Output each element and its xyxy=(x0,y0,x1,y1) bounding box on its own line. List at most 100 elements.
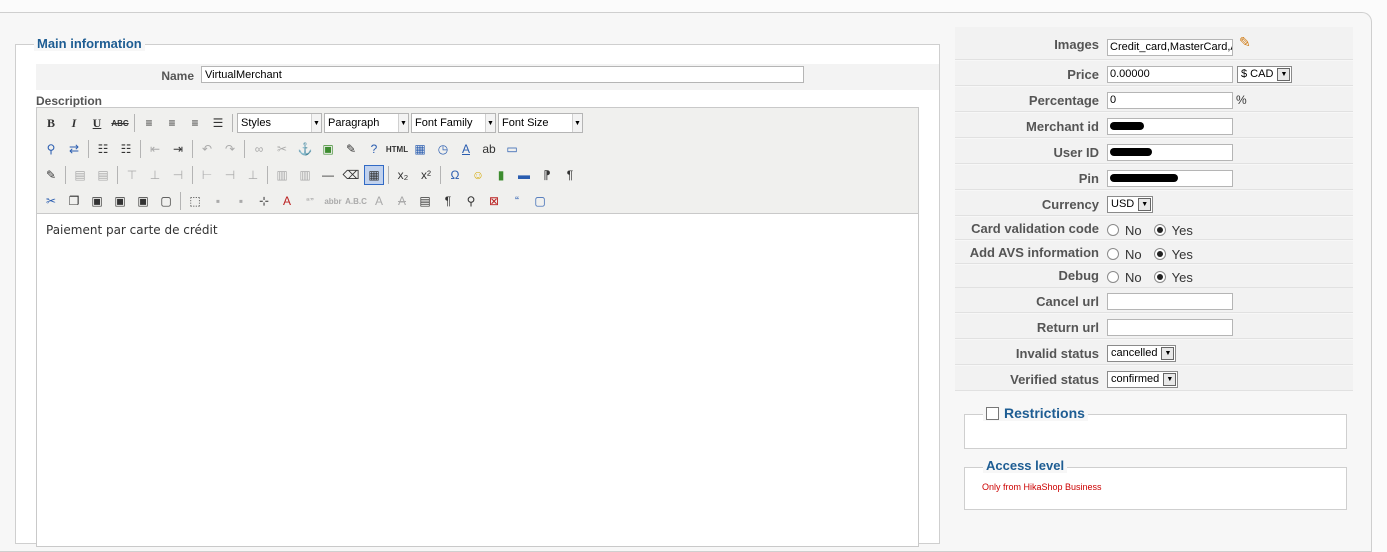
debug-no-radio[interactable] xyxy=(1107,271,1119,283)
cvc-yes-radio[interactable] xyxy=(1153,224,1166,236)
attributes-icon[interactable]: ▤ xyxy=(415,191,435,211)
bullet-list-icon[interactable]: ☷ xyxy=(93,139,113,159)
insert-col-after-icon[interactable]: ⊣ xyxy=(220,165,240,185)
image-icon[interactable]: ▣ xyxy=(318,139,338,159)
absolute-icon[interactable]: ⊹ xyxy=(254,191,274,211)
abbreviation-icon[interactable]: abbr xyxy=(323,191,343,211)
format-select[interactable]: Paragraph ▼ xyxy=(324,113,409,133)
rtl-icon[interactable]: ¶ xyxy=(560,165,580,185)
emoticon-icon[interactable]: ☺ xyxy=(468,165,488,185)
move-backward-icon[interactable]: ▪ xyxy=(231,191,251,211)
price-currency-select[interactable]: $ CAD ▼ xyxy=(1237,65,1293,83)
edit-css-icon[interactable]: ✎ xyxy=(41,165,61,185)
delete-col-icon[interactable]: ⊥ xyxy=(243,165,263,185)
special-char-icon[interactable]: Ω xyxy=(445,165,465,185)
copy-icon[interactable]: ❐ xyxy=(64,191,84,211)
cut-icon[interactable]: ✂ xyxy=(41,191,61,211)
ltr-icon[interactable]: ⁋ xyxy=(537,165,557,185)
indent-icon[interactable]: ⇥ xyxy=(168,139,188,159)
insert-time-icon[interactable]: ◷ xyxy=(433,139,453,159)
select-all-icon[interactable]: ▢ xyxy=(156,191,176,211)
move-forward-icon[interactable]: ▪ xyxy=(208,191,228,211)
name-input[interactable] xyxy=(201,66,804,83)
insert-col-before-icon[interactable]: ⊢ xyxy=(197,165,217,185)
find-icon[interactable]: ⚲ xyxy=(41,139,61,159)
avs-yes-radio[interactable] xyxy=(1153,248,1166,260)
anchor-icon[interactable]: ⚓ xyxy=(295,139,315,159)
insert-date-icon[interactable]: ▦ xyxy=(410,139,430,159)
cite-icon[interactable]: “” xyxy=(300,191,320,211)
numbered-list-icon[interactable]: ☷ xyxy=(116,139,136,159)
replace-icon[interactable]: ⇄ xyxy=(64,139,84,159)
redo-icon[interactable]: ↷ xyxy=(220,139,240,159)
restrictions-legend-text: Restrictions xyxy=(1004,405,1085,421)
superscript-icon[interactable]: x² xyxy=(416,165,436,185)
highlight-color-icon[interactable]: ab xyxy=(479,139,499,159)
return-url-input[interactable] xyxy=(1107,318,1233,336)
insert-layer-icon[interactable]: ⬚ xyxy=(185,191,205,211)
delete-row-icon[interactable]: ⊣ xyxy=(168,165,188,185)
horizontal-rule-icon[interactable]: — xyxy=(318,165,338,185)
font-size-select[interactable]: Font Size ▼ xyxy=(498,113,583,133)
split-cells-icon[interactable]: ▥ xyxy=(272,165,292,185)
pin-input[interactable] xyxy=(1107,169,1233,187)
undo-icon[interactable]: ↶ xyxy=(197,139,217,159)
text-color-icon[interactable]: A xyxy=(456,139,476,159)
merchant-id-input[interactable] xyxy=(1107,117,1233,135)
edit-icon[interactable]: ✎ xyxy=(1239,34,1251,51)
blockquote-icon[interactable]: “ xyxy=(507,191,527,211)
preview-icon[interactable]: ⚲ xyxy=(461,191,481,211)
nonbreaking-icon[interactable]: ⊠ xyxy=(484,191,504,211)
cvc-no-radio[interactable] xyxy=(1107,224,1119,236)
align-left-icon[interactable]: ≡ xyxy=(139,113,159,133)
price-input[interactable]: 0.00000 xyxy=(1107,65,1233,83)
cleanup-icon[interactable]: ✎ xyxy=(341,139,361,159)
row-props-icon[interactable]: ▤ xyxy=(70,165,90,185)
align-justify-icon[interactable]: ☰ xyxy=(208,113,228,133)
insertion-icon[interactable]: A xyxy=(369,191,389,211)
eraser-icon[interactable]: ⌫ xyxy=(341,165,361,185)
cell-props-icon[interactable]: ▤ xyxy=(93,165,113,185)
user-id-input[interactable] xyxy=(1107,143,1233,161)
paste-word-icon[interactable]: ▣ xyxy=(133,191,153,211)
percentage-input[interactable]: 0 xyxy=(1107,91,1233,109)
paste-text-icon[interactable]: ▣ xyxy=(110,191,130,211)
images-input[interactable]: Credit_card,MasterCard,A xyxy=(1107,38,1233,56)
insert-row-after-icon[interactable]: ⊥ xyxy=(145,165,165,185)
styles-select[interactable]: Styles ▼ xyxy=(237,113,322,133)
editor-content[interactable]: Paiement par carte de crédit xyxy=(46,223,218,237)
percentage-label: Percentage xyxy=(1028,93,1099,108)
deletion-icon[interactable]: A xyxy=(392,191,412,211)
html-icon[interactable]: HTML xyxy=(386,139,408,159)
underline-button[interactable]: U xyxy=(87,113,107,133)
insert-row-before-icon[interactable]: ⊤ xyxy=(122,165,142,185)
help-icon[interactable]: ? xyxy=(364,139,384,159)
cancel-url-input[interactable] xyxy=(1107,292,1233,310)
subscript-icon[interactable]: x₂ xyxy=(393,165,413,185)
bold-button[interactable]: B xyxy=(41,113,61,133)
styleprops-icon[interactable]: A xyxy=(277,191,297,211)
fullscreen-icon[interactable]: ▭ xyxy=(502,139,522,159)
restrictions-checkbox[interactable] xyxy=(986,406,999,420)
advanced-hr-icon[interactable]: ▬ xyxy=(514,165,534,185)
debug-yes-radio[interactable] xyxy=(1153,271,1166,283)
table-icon[interactable]: ▦ xyxy=(364,165,384,185)
link-icon[interactable]: ∞ xyxy=(249,139,269,159)
paste-icon[interactable]: ▣ xyxy=(87,191,107,211)
font-family-select[interactable]: Font Family ▼ xyxy=(411,113,496,133)
align-center-icon[interactable]: ≡ xyxy=(162,113,182,133)
acronym-icon[interactable]: A.B.C xyxy=(345,191,367,211)
italic-button[interactable]: I xyxy=(64,113,84,133)
invalid-status-select[interactable]: cancelled ▼ xyxy=(1107,344,1177,362)
visual-chars-icon[interactable]: ¶ xyxy=(438,191,458,211)
merge-cells-icon[interactable]: ▥ xyxy=(295,165,315,185)
outdent-icon[interactable]: ⇤ xyxy=(145,139,165,159)
verified-status-select[interactable]: confirmed ▼ xyxy=(1107,370,1179,388)
strikethrough-button[interactable]: ABC xyxy=(110,113,130,133)
media-icon[interactable]: ▮ xyxy=(491,165,511,185)
unlink-icon[interactable]: ✂ xyxy=(272,139,292,159)
template-icon[interactable]: ▢ xyxy=(530,191,550,211)
align-right-icon[interactable]: ≡ xyxy=(185,113,205,133)
currency-select[interactable]: USD ▼ xyxy=(1107,195,1154,213)
avs-no-radio[interactable] xyxy=(1107,248,1119,260)
